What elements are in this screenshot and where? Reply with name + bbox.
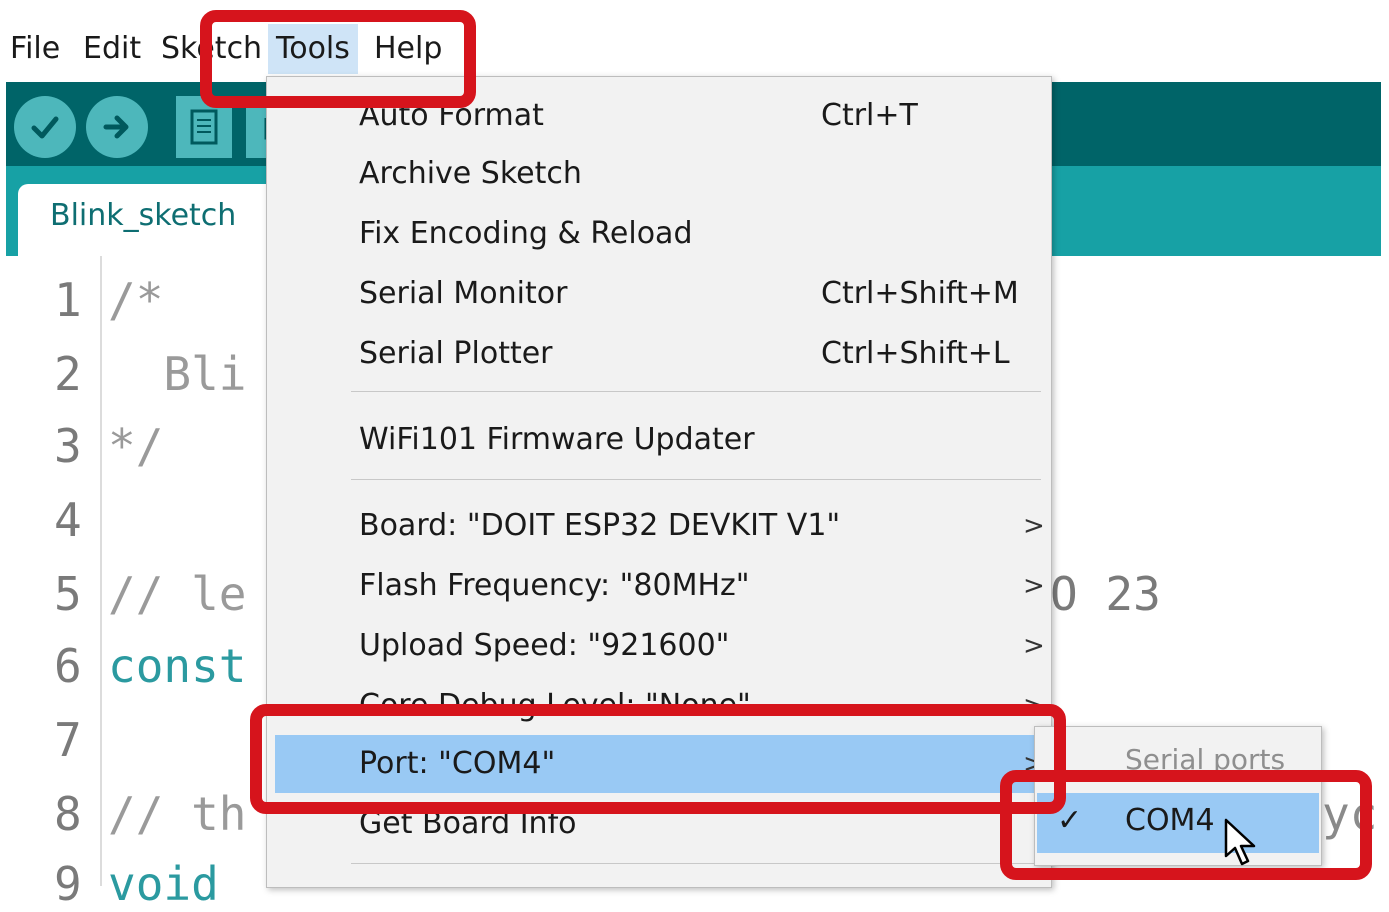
menu-item-archive-sketch[interactable]: Archive Sketch	[267, 145, 1051, 203]
submenu-arrow-icon: >	[1023, 571, 1045, 601]
line-number: 3	[54, 419, 82, 473]
menu-item-shortcut: Ctrl+Shift+L	[821, 336, 1010, 371]
menu-item-label: Fix Encoding & Reload	[359, 216, 693, 251]
code-line-tail: yc	[1322, 787, 1378, 841]
checkmark-icon	[31, 116, 59, 139]
menu-item-port[interactable]: Port: "COM4" >	[275, 735, 1045, 793]
submenu-arrow-icon: >	[1023, 631, 1045, 661]
code-line: // th	[108, 787, 247, 841]
menu-item-label: Flash Frequency: "80MHz"	[359, 568, 750, 603]
code-line-tail: O 23	[1050, 567, 1161, 621]
line-number: 5	[54, 567, 82, 621]
code-line: */	[108, 419, 164, 473]
document-icon	[190, 109, 218, 145]
port-option-com4[interactable]: ✓ COM4	[1037, 793, 1319, 853]
line-number: 7	[54, 713, 82, 767]
line-number: 8	[54, 787, 82, 841]
menu-item-label: Upload Speed: "921600"	[359, 628, 730, 663]
tools-dropdown-menu: Auto Format Ctrl+T Archive Sketch Fix En…	[266, 76, 1052, 888]
menu-separator	[351, 863, 1041, 864]
line-number: 9	[54, 857, 82, 911]
code-line: /*	[108, 273, 164, 327]
menu-item-label: Port: "COM4"	[359, 746, 556, 781]
menu-item-wifi101-updater[interactable]: WiFi101 Firmware Updater	[267, 411, 1051, 469]
code-line: Bli	[108, 347, 247, 401]
port-option-label: COM4	[1125, 803, 1215, 838]
submenu-arrow-icon: >	[1023, 511, 1045, 541]
menu-item-core-debug-level[interactable]: Core Debug Level: "None" >	[267, 677, 1051, 735]
line-number: 6	[54, 639, 82, 693]
line-number: 1	[54, 273, 82, 327]
mouse-cursor-icon	[1224, 818, 1256, 866]
menu-separator	[351, 479, 1041, 480]
line-number: 2	[54, 347, 82, 401]
menu-separator	[351, 391, 1041, 392]
menu-item-auto-format[interactable]: Auto Format Ctrl+T	[267, 87, 1051, 145]
menu-item-label: Core Debug Level: "None"	[359, 688, 751, 723]
menu-item-serial-plotter[interactable]: Serial Plotter Ctrl+Shift+L	[267, 325, 1051, 383]
menu-item-label: Get Board Info	[359, 806, 577, 841]
menu-bar: File Edit Sketch Tools Help	[0, 0, 1389, 80]
menu-file[interactable]: File	[2, 24, 68, 74]
menu-item-label: Archive Sketch	[359, 156, 582, 191]
verify-button[interactable]	[14, 96, 76, 158]
code-line: void	[108, 857, 219, 911]
checkmark-icon: ✓	[1057, 803, 1083, 838]
menu-item-get-board-info[interactable]: Get Board Info	[267, 795, 1051, 853]
gutter-divider	[100, 256, 102, 886]
menu-tools[interactable]: Tools	[268, 24, 358, 74]
menu-item-label: Auto Format	[359, 98, 544, 133]
menu-item-board[interactable]: Board: "DOIT ESP32 DEVKIT V1" >	[267, 497, 1051, 555]
tab-blink-sketch[interactable]: Blink_sketch	[18, 184, 308, 256]
menu-item-shortcut: Ctrl+Shift+M	[821, 276, 1019, 311]
menu-sketch[interactable]: Sketch	[153, 24, 270, 74]
code-line: const	[108, 639, 247, 693]
menu-item-label: Board: "DOIT ESP32 DEVKIT V1"	[359, 508, 841, 543]
menu-item-flash-frequency[interactable]: Flash Frequency: "80MHz" >	[267, 557, 1051, 615]
submenu-header: Serial ports	[1125, 743, 1286, 776]
upload-button[interactable]	[86, 96, 148, 158]
menu-help[interactable]: Help	[366, 24, 450, 74]
tab-label: Blink_sketch	[50, 198, 237, 233]
menu-item-label: WiFi101 Firmware Updater	[359, 422, 755, 457]
menu-edit[interactable]: Edit	[75, 24, 149, 74]
code-line: // le	[108, 567, 247, 621]
menu-item-serial-monitor[interactable]: Serial Monitor Ctrl+Shift+M	[267, 265, 1051, 323]
menu-item-label: Serial Monitor	[359, 276, 568, 311]
port-submenu: Serial ports ✓ COM4	[1034, 726, 1322, 866]
menu-item-shortcut: Ctrl+T	[821, 98, 918, 133]
menu-item-fix-encoding[interactable]: Fix Encoding & Reload	[267, 205, 1051, 263]
arrow-right-icon	[103, 115, 129, 139]
new-button[interactable]	[176, 96, 232, 158]
line-number: 4	[54, 493, 82, 547]
menu-item-upload-speed[interactable]: Upload Speed: "921600" >	[267, 617, 1051, 675]
menu-item-label: Serial Plotter	[359, 336, 553, 371]
